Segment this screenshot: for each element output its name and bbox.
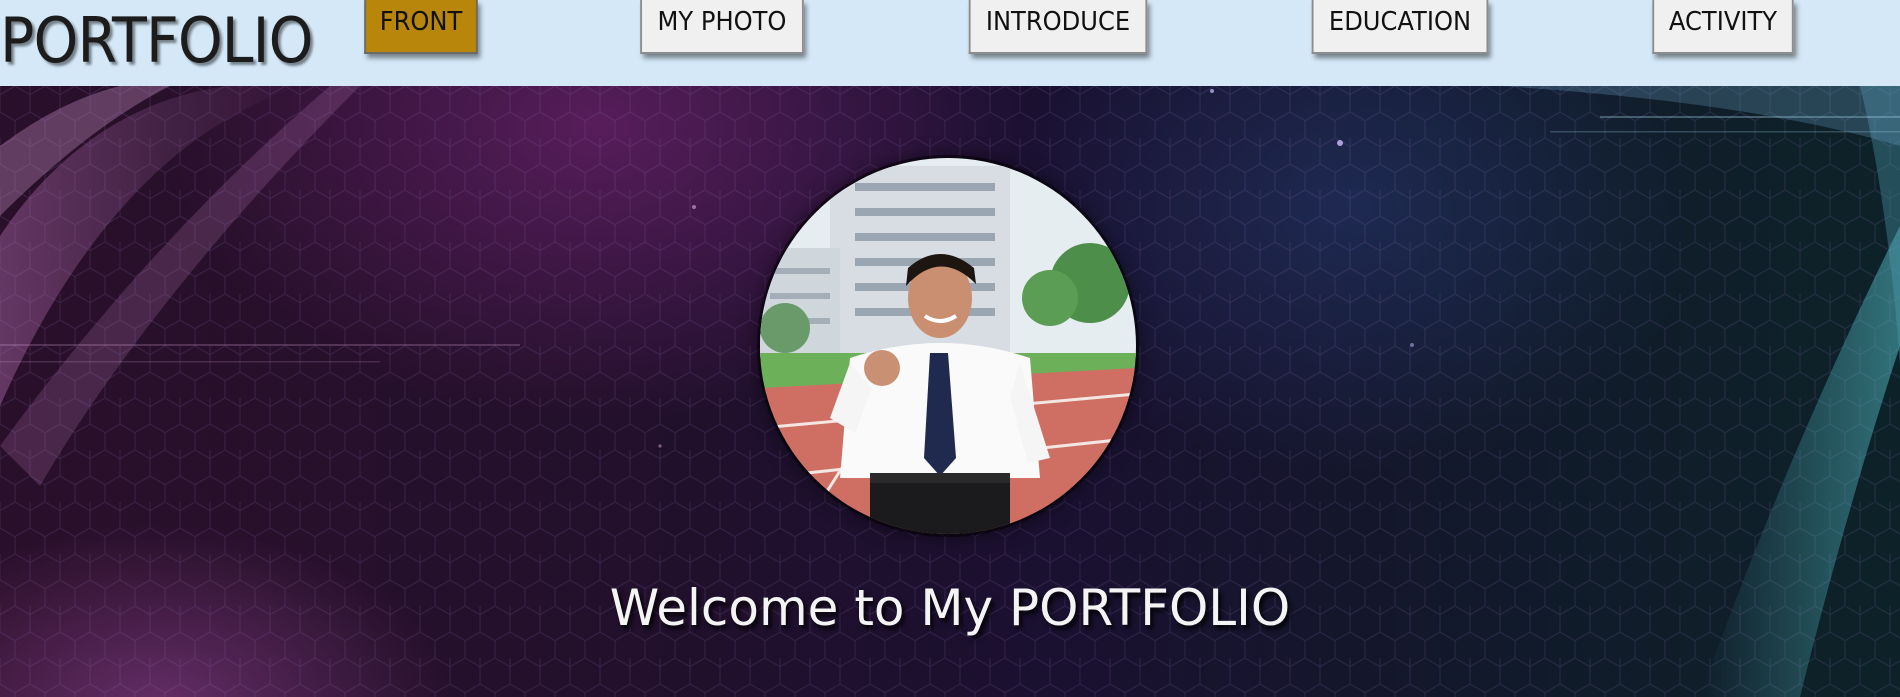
portfolio-page: PORTFOLIO FRONT MY PHOTO INTRODUCE EDUCA…: [0, 0, 1900, 697]
nav-activity-button[interactable]: ACTIVITY: [1652, 0, 1794, 54]
hero-section: Welcome to My PORTFOLIO: [0, 86, 1900, 697]
top-navbar: PORTFOLIO FRONT MY PHOTO INTRODUCE EDUCA…: [0, 0, 1900, 86]
nav-introduce-button[interactable]: INTRODUCE: [968, 0, 1148, 54]
person-photo-icon: [760, 158, 1136, 534]
nav-front-button[interactable]: FRONT: [364, 0, 478, 54]
nav-my-photo-button[interactable]: MY PHOTO: [640, 0, 804, 54]
site-brand-title[interactable]: PORTFOLIO: [0, 6, 313, 76]
welcome-heading: Welcome to My PORTFOLIO: [609, 579, 1291, 637]
nav-education-button[interactable]: EDUCATION: [1311, 0, 1489, 54]
profile-photo: [760, 158, 1136, 534]
